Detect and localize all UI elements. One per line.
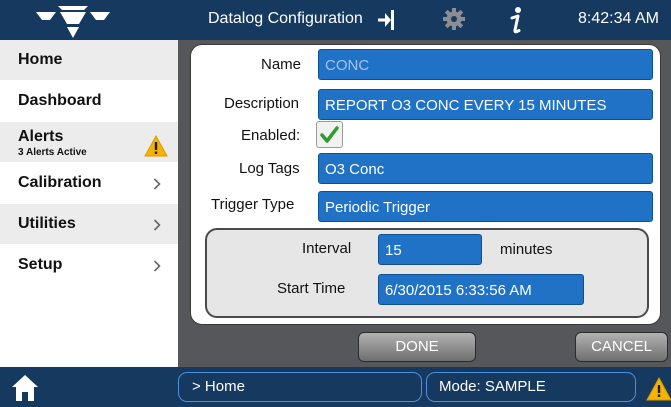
log-tags-field[interactable]: O3 Conc <box>318 153 653 184</box>
start-time-field[interactable]: 6/30/2015 6:33:56 AM <box>378 274 584 305</box>
name-field[interactable]: CONC <box>318 49 653 80</box>
sidebar-item-utilities[interactable]: Utilities <box>0 204 178 244</box>
trigger-type-label: Trigger Type <box>211 196 295 213</box>
interval-label: Interval <box>302 240 352 257</box>
name-label: Name <box>261 56 302 73</box>
sidebar-item-label: Alerts <box>18 128 64 145</box>
checkmark-icon <box>320 126 339 143</box>
done-button[interactable]: DONE <box>358 332 476 362</box>
bottom-bar: > Home Mode: SAMPLE <box>0 367 671 407</box>
sidebar-item-label: Home <box>18 51 63 68</box>
sidebar-item-label: Setup <box>18 256 63 273</box>
chevron-right-icon <box>153 178 161 190</box>
enabled-checkbox[interactable] <box>316 121 343 148</box>
sidebar-item-setup[interactable]: Setup <box>0 245 178 285</box>
screen-title: Datalog Configuration <box>208 10 363 27</box>
chevron-right-icon <box>153 260 161 272</box>
chevron-right-icon <box>153 219 161 231</box>
mode-indicator: Mode: SAMPLE <box>426 372 636 402</box>
trigger-type-field[interactable]: Periodic Trigger <box>318 191 653 222</box>
log-tags-label: Log Tags <box>239 160 300 177</box>
home-icon[interactable] <box>11 374 39 402</box>
clock: 8:42:34 AM <box>578 10 659 27</box>
description-field[interactable]: REPORT O3 CONC EVERY 15 MINUTES <box>318 89 653 120</box>
start-time-label: Start Time <box>277 280 346 297</box>
enabled-label: Enabled: <box>241 127 301 144</box>
alerts-count: 3 Alerts Active <box>18 147 87 158</box>
sidebar-item-calibration[interactable]: Calibration <box>0 163 178 203</box>
interval-field[interactable]: 15 <box>378 234 482 265</box>
logo-icon <box>36 6 110 38</box>
info-icon[interactable] <box>506 4 526 36</box>
sidebar-item-label: Utilities <box>18 215 76 232</box>
cancel-button[interactable]: CANCEL <box>575 332 668 362</box>
sidebar-item-label: Calibration <box>18 174 102 191</box>
trigger-settings-group: Interval 15 minutes Start Time 6/30/2015… <box>205 228 649 318</box>
warning-icon[interactable] <box>646 377 671 401</box>
top-bar: Datalog Configuration 8:42:34 AM <box>0 0 671 40</box>
exit-icon[interactable] <box>376 8 398 32</box>
datalog-form: Name CONC Description REPORT O3 CONC EVE… <box>190 44 661 325</box>
gear-icon[interactable] <box>443 8 465 30</box>
main-content: Name CONC Description REPORT O3 CONC EVE… <box>178 40 671 367</box>
description-label: Description <box>224 95 300 112</box>
sidebar-item-dashboard[interactable]: Dashboard <box>0 81 178 121</box>
sidebar-item-home[interactable]: Home <box>0 40 178 80</box>
breadcrumb[interactable]: > Home <box>178 372 422 402</box>
interval-unit: minutes <box>500 241 553 258</box>
sidebar-item-alerts[interactable]: Alerts 3 Alerts Active <box>0 122 178 162</box>
sidebar: Home Dashboard Alerts 3 Alerts Active Ca… <box>0 40 178 367</box>
warning-icon <box>144 135 168 157</box>
sidebar-item-label: Dashboard <box>18 92 102 109</box>
